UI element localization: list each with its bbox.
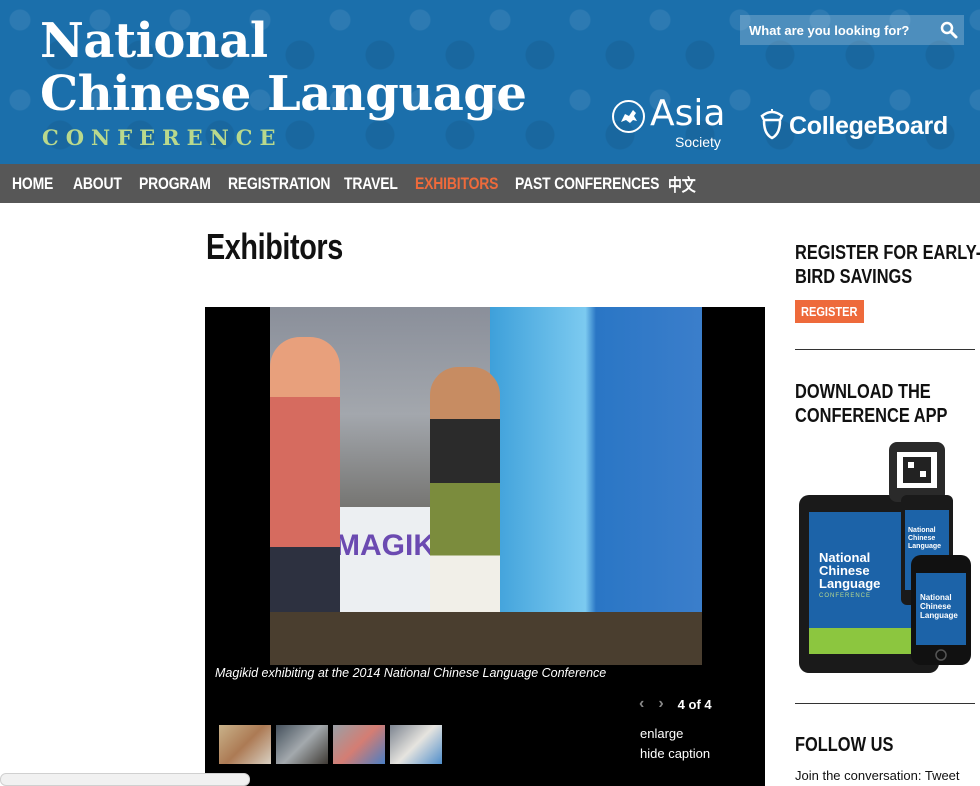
gallery-thumbnail[interactable] xyxy=(333,725,385,764)
follow-text: Join the conversation: Tweet xyxy=(795,768,960,783)
gallery-main-photo[interactable]: MAGIKI xyxy=(270,307,702,665)
photo-booth-display xyxy=(490,307,702,627)
photo-floor xyxy=(270,612,702,665)
site-header: National Chinese Language CONFERENCE Wha… xyxy=(0,0,980,164)
gallery-caption: Magikid exhibiting at the 2014 National … xyxy=(215,666,607,680)
svg-text:CONFERENCE: CONFERENCE xyxy=(819,593,871,599)
nav-item-about[interactable]: ABOUT xyxy=(73,174,122,194)
main-nav: HOME ABOUT PROGRAM REGISTRATION TRAVEL EXHIBI… xyxy=(0,164,980,203)
app-heading: Download the Conference App xyxy=(795,381,948,427)
logo-subtitle[interactable]: CONFERENCE xyxy=(42,125,283,150)
enlarge-link[interactable]: enlarge xyxy=(640,726,683,741)
svg-text:National: National xyxy=(908,527,936,534)
next-arrow-icon[interactable]: › xyxy=(658,695,663,713)
logo-title-line1[interactable]: National xyxy=(40,17,268,65)
asia-society-sub: Society xyxy=(675,134,721,150)
svg-text:Language: Language xyxy=(920,611,958,620)
search-box[interactable]: What are you looking for? xyxy=(740,15,964,45)
svg-text:Chinese: Chinese xyxy=(920,602,952,611)
prev-arrow-icon[interactable]: ‹ xyxy=(639,695,644,713)
horizontal-scrollbar[interactable] xyxy=(0,773,250,786)
photo-gallery: MAGIKI Magikid exhibiting at the 2014 Na… xyxy=(205,307,765,786)
gallery-pager: ‹ › 4 of 4 xyxy=(639,695,712,713)
nav-item-registration[interactable]: REGISTRATION xyxy=(228,174,330,194)
asia-society-logo[interactable]: Asia Society xyxy=(612,93,732,153)
svg-text:National: National xyxy=(920,593,952,602)
search-icon[interactable] xyxy=(934,15,964,45)
gallery-thumbnail[interactable] xyxy=(390,725,442,764)
asia-society-name: Asia xyxy=(650,93,726,134)
svg-text:Language: Language xyxy=(908,543,941,550)
register-heading: Register for Early-Bird Savings xyxy=(795,242,980,288)
nav-item-home[interactable]: HOME xyxy=(12,174,53,194)
gallery-counter: 4 of 4 xyxy=(677,696,712,712)
nav-item-past-conferences[interactable]: PAST CONFERENCES xyxy=(515,174,659,194)
follow-heading: Follow Us xyxy=(795,734,894,756)
search-input[interactable]: What are you looking for? xyxy=(749,23,934,38)
nav-item-program[interactable]: PROGRAM xyxy=(139,174,211,194)
acorn-icon xyxy=(758,108,786,145)
photo-person-left xyxy=(270,337,340,637)
collegeboard-logo[interactable]: CollegeBoard xyxy=(758,108,948,144)
nav-item-exhibitors[interactable]: EXHIBITORS xyxy=(415,174,498,194)
gallery-thumbnail[interactable] xyxy=(276,725,328,764)
sidebar-divider xyxy=(795,703,975,704)
conference-app-image[interactable]: National Chinese Language CONFERENCE Nat… xyxy=(797,440,975,675)
page-title: Exhibitors xyxy=(206,226,343,267)
register-button-label: REGISTER xyxy=(801,304,858,319)
gallery-thumbnails xyxy=(219,725,447,764)
photo-banner-text: MAGIKI xyxy=(335,529,444,562)
logo-title-line2[interactable]: Chinese Language xyxy=(40,70,527,118)
gallery-thumbnail[interactable] xyxy=(219,725,271,764)
collegeboard-name: CollegeBoard xyxy=(789,111,948,140)
nav-item-chinese[interactable]: 中文 xyxy=(668,171,696,196)
sidebar-divider xyxy=(795,349,975,350)
svg-text:Chinese: Chinese xyxy=(908,535,935,542)
asia-society-horse-icon xyxy=(612,100,645,133)
hide-caption-link[interactable]: hide caption xyxy=(640,746,710,761)
register-button[interactable]: REGISTER xyxy=(795,300,864,323)
svg-text:Language: Language xyxy=(819,576,880,591)
nav-item-travel[interactable]: TRAVEL xyxy=(344,174,398,194)
